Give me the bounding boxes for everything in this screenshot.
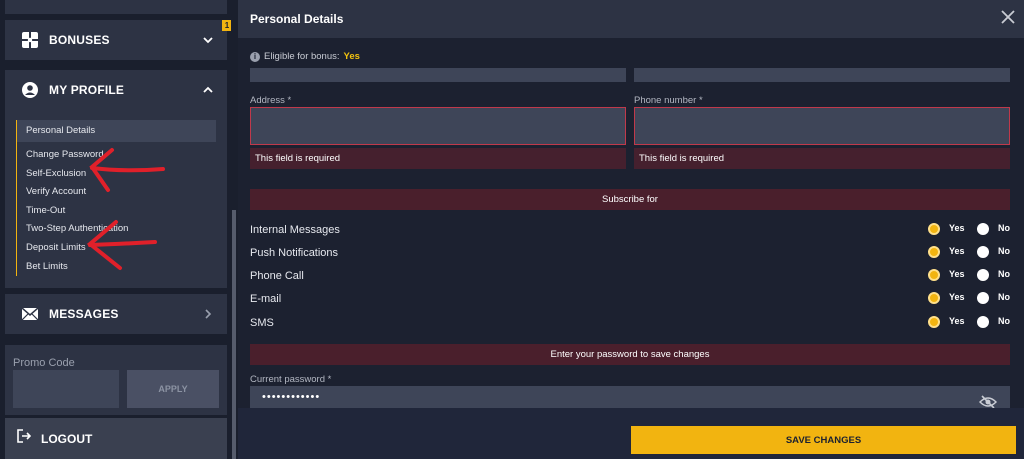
submenu-change-password[interactable]: Change Password [17,146,216,165]
sidebar-top-item[interactable] [5,0,227,14]
password-required-bar: Enter your password to save changes [250,344,1010,365]
radio-yes[interactable] [928,316,940,328]
modal-title: Personal Details [250,12,344,26]
radio-no[interactable] [977,316,989,328]
radio-no[interactable] [977,269,989,281]
messages-label: MESSAGES [49,307,119,321]
subscription-row: SMS Yes No [250,314,1010,334]
radio-no[interactable] [977,292,989,304]
sidebar-item-bonuses[interactable]: BONUSES [5,20,227,60]
bonus-eligibility: i Eligible for bonus: Yes [250,51,360,62]
subscription-name: Push Notifications [250,247,339,259]
chevron-right-icon [201,307,215,321]
radio-yes-label: Yes [949,269,965,279]
gift-icon [21,31,39,49]
phone-error: This field is required [634,148,1010,169]
radio-yes[interactable] [928,246,940,258]
modal-header: Personal Details [238,0,1024,38]
radio-no-label: No [998,269,1010,279]
radio-no-label: No [998,292,1010,302]
chevron-up-icon [201,83,215,97]
previous-field-right[interactable] [634,68,1010,82]
current-password-input[interactable] [250,386,1010,408]
radio-yes-label: Yes [949,292,965,302]
radio-no[interactable] [977,223,989,235]
subscription-name: SMS [250,317,274,329]
envelope-icon [21,305,39,323]
sidebar-scrollbar-thumb[interactable] [232,210,236,459]
subscription-row: Push Notifications Yes No [250,244,1010,264]
promo-code-input[interactable] [13,370,119,408]
promo-code-label: Promo Code [13,357,75,369]
radio-yes[interactable] [928,223,940,235]
subscription-name: E-mail [250,293,282,305]
my-profile-header[interactable]: MY PROFILE [5,70,227,110]
submenu-two-step-auth[interactable]: Two-Step Authentication [17,220,216,239]
sidebar: BONUSES 1 MY PROFILE Personal Details Ch… [0,0,238,459]
info-icon: i [250,51,260,62]
address-input[interactable] [250,107,626,145]
subscribe-header: Subscribe for [250,189,1010,210]
radio-no[interactable] [977,246,989,258]
profile-submenu: Personal Details Change Password Self-Ex… [16,120,216,277]
submenu-deposit-limits[interactable]: Deposit Limits [17,239,216,258]
radio-yes-label: Yes [949,316,965,326]
subscription-name: Internal Messages [250,224,340,236]
logout-icon [17,429,32,448]
save-changes-button[interactable]: SAVE CHANGES [631,426,1016,454]
my-profile-label: MY PROFILE [49,83,125,97]
submenu-time-out[interactable]: Time-Out [17,202,216,221]
radio-no-label: No [998,316,1010,326]
eligible-label: Eligible for bonus: [264,51,340,62]
chevron-down-icon [201,33,215,47]
personal-details-modal: Personal Details i Eligible for bonus: Y… [238,0,1024,459]
current-password-label: Current password * [250,374,332,385]
close-icon[interactable] [1000,9,1016,25]
submenu-personal-details[interactable]: Personal Details [17,120,216,142]
apply-button[interactable]: APPLY [127,370,219,408]
phone-input[interactable] [634,107,1010,145]
logout-button[interactable]: LOGOUT [5,418,227,459]
promo-code-section: Promo Code APPLY [5,345,227,415]
radio-no-label: No [998,223,1010,233]
radio-no-label: No [998,246,1010,256]
subscription-name: Phone Call [250,270,304,282]
radio-yes[interactable] [928,292,940,304]
address-label: Address * [250,95,292,106]
previous-field-left[interactable] [250,68,626,82]
radio-yes[interactable] [928,269,940,281]
radio-yes-label: Yes [949,223,965,233]
radio-yes-label: Yes [949,246,965,256]
logout-label: LOGOUT [41,431,93,446]
subscription-row: Internal Messages Yes No [250,221,1010,241]
subscription-row: E-mail Yes No [250,290,1010,310]
address-error: This field is required [250,148,626,169]
phone-label: Phone number * [634,95,703,106]
eye-slash-icon[interactable] [978,395,998,409]
eligible-value: Yes [343,51,360,62]
user-circle-icon [21,81,39,99]
submenu-bet-limits[interactable]: Bet Limits [17,258,216,277]
submenu-verify-account[interactable]: Verify Account [17,183,216,202]
subscription-row: Phone Call Yes No [250,267,1010,287]
bonuses-label: BONUSES [49,33,110,47]
sidebar-item-messages[interactable]: MESSAGES [5,294,227,334]
submenu-self-exclusion[interactable]: Self-Exclusion [17,165,216,184]
